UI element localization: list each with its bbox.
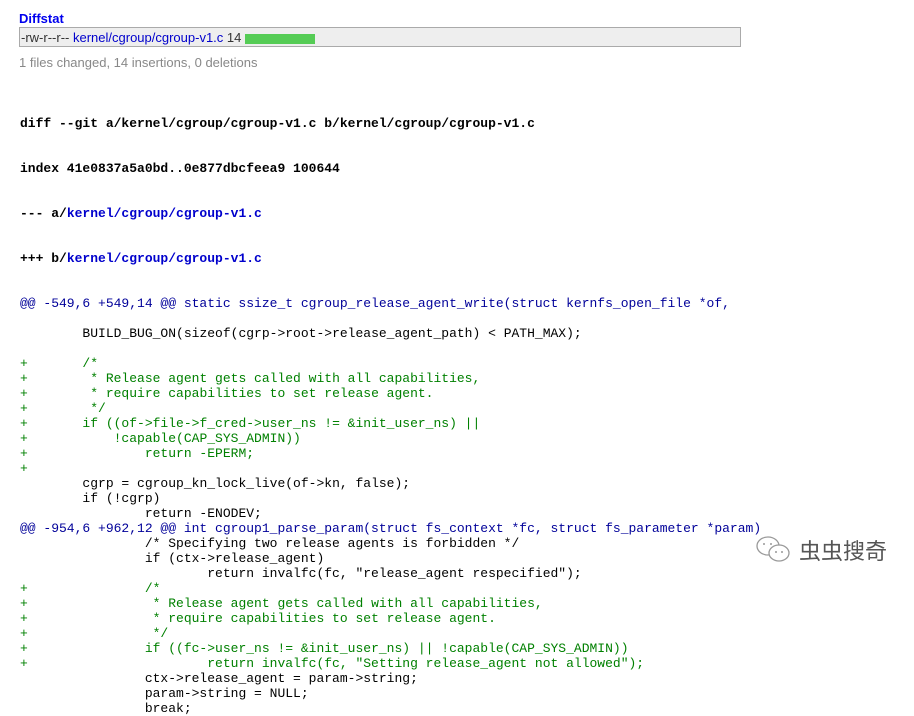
context-line: return invalfc(fc, "release_agent respec… bbox=[20, 566, 582, 581]
added-line: + * Release agent gets called with all c… bbox=[20, 596, 543, 611]
plus-file-link[interactable]: kernel/cgroup/cgroup-v1.c bbox=[67, 251, 262, 266]
context-line: if (!cgrp) bbox=[20, 491, 161, 506]
diff-summary: 1 files changed, 14 insertions, 0 deleti… bbox=[19, 55, 258, 70]
added-line: + /* bbox=[20, 356, 99, 371]
wechat-icon bbox=[756, 536, 790, 562]
file-mode: -rw-r--r-- bbox=[21, 30, 70, 45]
added-line: + bbox=[20, 461, 28, 476]
minus-file-line: --- a/kernel/cgroup/cgroup-v1.c bbox=[20, 206, 761, 221]
plus-prefix: +++ b/ bbox=[20, 251, 67, 266]
added-line: + return invalfc(fc, "Setting release_ag… bbox=[20, 656, 645, 671]
index-line: index 41e0837a5a0bd..0e877dbcfeea9 10064… bbox=[20, 161, 340, 176]
context-line: return -ENODEV; bbox=[20, 506, 262, 521]
added-line: + !capable(CAP_SYS_ADMIN)) bbox=[20, 431, 301, 446]
added-line: + * require capabilities to set release … bbox=[20, 386, 434, 401]
added-line: + return -EPERM; bbox=[20, 446, 255, 461]
context-line: param->string = NULL; bbox=[20, 686, 309, 701]
diffstat-title: Diffstat bbox=[19, 11, 64, 26]
context-line bbox=[20, 311, 761, 326]
diffstat-row: -rw-r--r-- kernel/cgroup/cgroup-v1.c 14 bbox=[19, 27, 741, 47]
minus-prefix: --- a/ bbox=[20, 206, 67, 221]
context-line: BUILD_BUG_ON(sizeof(cgrp->root->release_… bbox=[20, 326, 582, 341]
diff-view: diff --git a/kernel/cgroup/cgroup-v1.c b… bbox=[20, 86, 761, 716]
diffstat-file-link[interactable]: kernel/cgroup/cgroup-v1.c bbox=[73, 30, 223, 45]
context-line: break; bbox=[20, 701, 192, 716]
insertions-bar bbox=[245, 33, 316, 44]
hunk-header: @@ -549,6 +549,14 @@ static ssize_t cgro… bbox=[20, 296, 730, 311]
context-line: ctx->release_agent = param->string; bbox=[20, 671, 418, 686]
context-line bbox=[20, 341, 761, 356]
context-line: cgrp = cgroup_kn_lock_live(of->kn, false… bbox=[20, 476, 411, 491]
added-line: + if ((fc->user_ns != &init_user_ns) || … bbox=[20, 641, 629, 656]
added-line: + /* bbox=[20, 581, 161, 596]
added-line: + */ bbox=[20, 626, 169, 641]
change-count: 14 bbox=[226, 30, 242, 45]
added-line: + if ((of->file->f_cred->user_ns != &ini… bbox=[20, 416, 481, 431]
diff-git-line: diff --git a/kernel/cgroup/cgroup-v1.c b… bbox=[20, 116, 535, 131]
watermark: 虫虫搜奇 bbox=[755, 534, 887, 566]
minus-file-link[interactable]: kernel/cgroup/cgroup-v1.c bbox=[67, 206, 262, 221]
added-line: + */ bbox=[20, 401, 106, 416]
added-line: + * require capabilities to set release … bbox=[20, 611, 496, 626]
plus-file-line: +++ b/kernel/cgroup/cgroup-v1.c bbox=[20, 251, 761, 266]
added-line: + * Release agent gets called with all c… bbox=[20, 371, 481, 386]
hunk-header: @@ -954,6 +962,12 @@ int cgroup1_parse_p… bbox=[20, 521, 762, 536]
watermark-text: 虫虫搜奇 bbox=[799, 539, 888, 564]
context-line: /* Specifying two release agents is forb… bbox=[20, 536, 520, 551]
context-line: if (ctx->release_agent) bbox=[20, 551, 325, 566]
